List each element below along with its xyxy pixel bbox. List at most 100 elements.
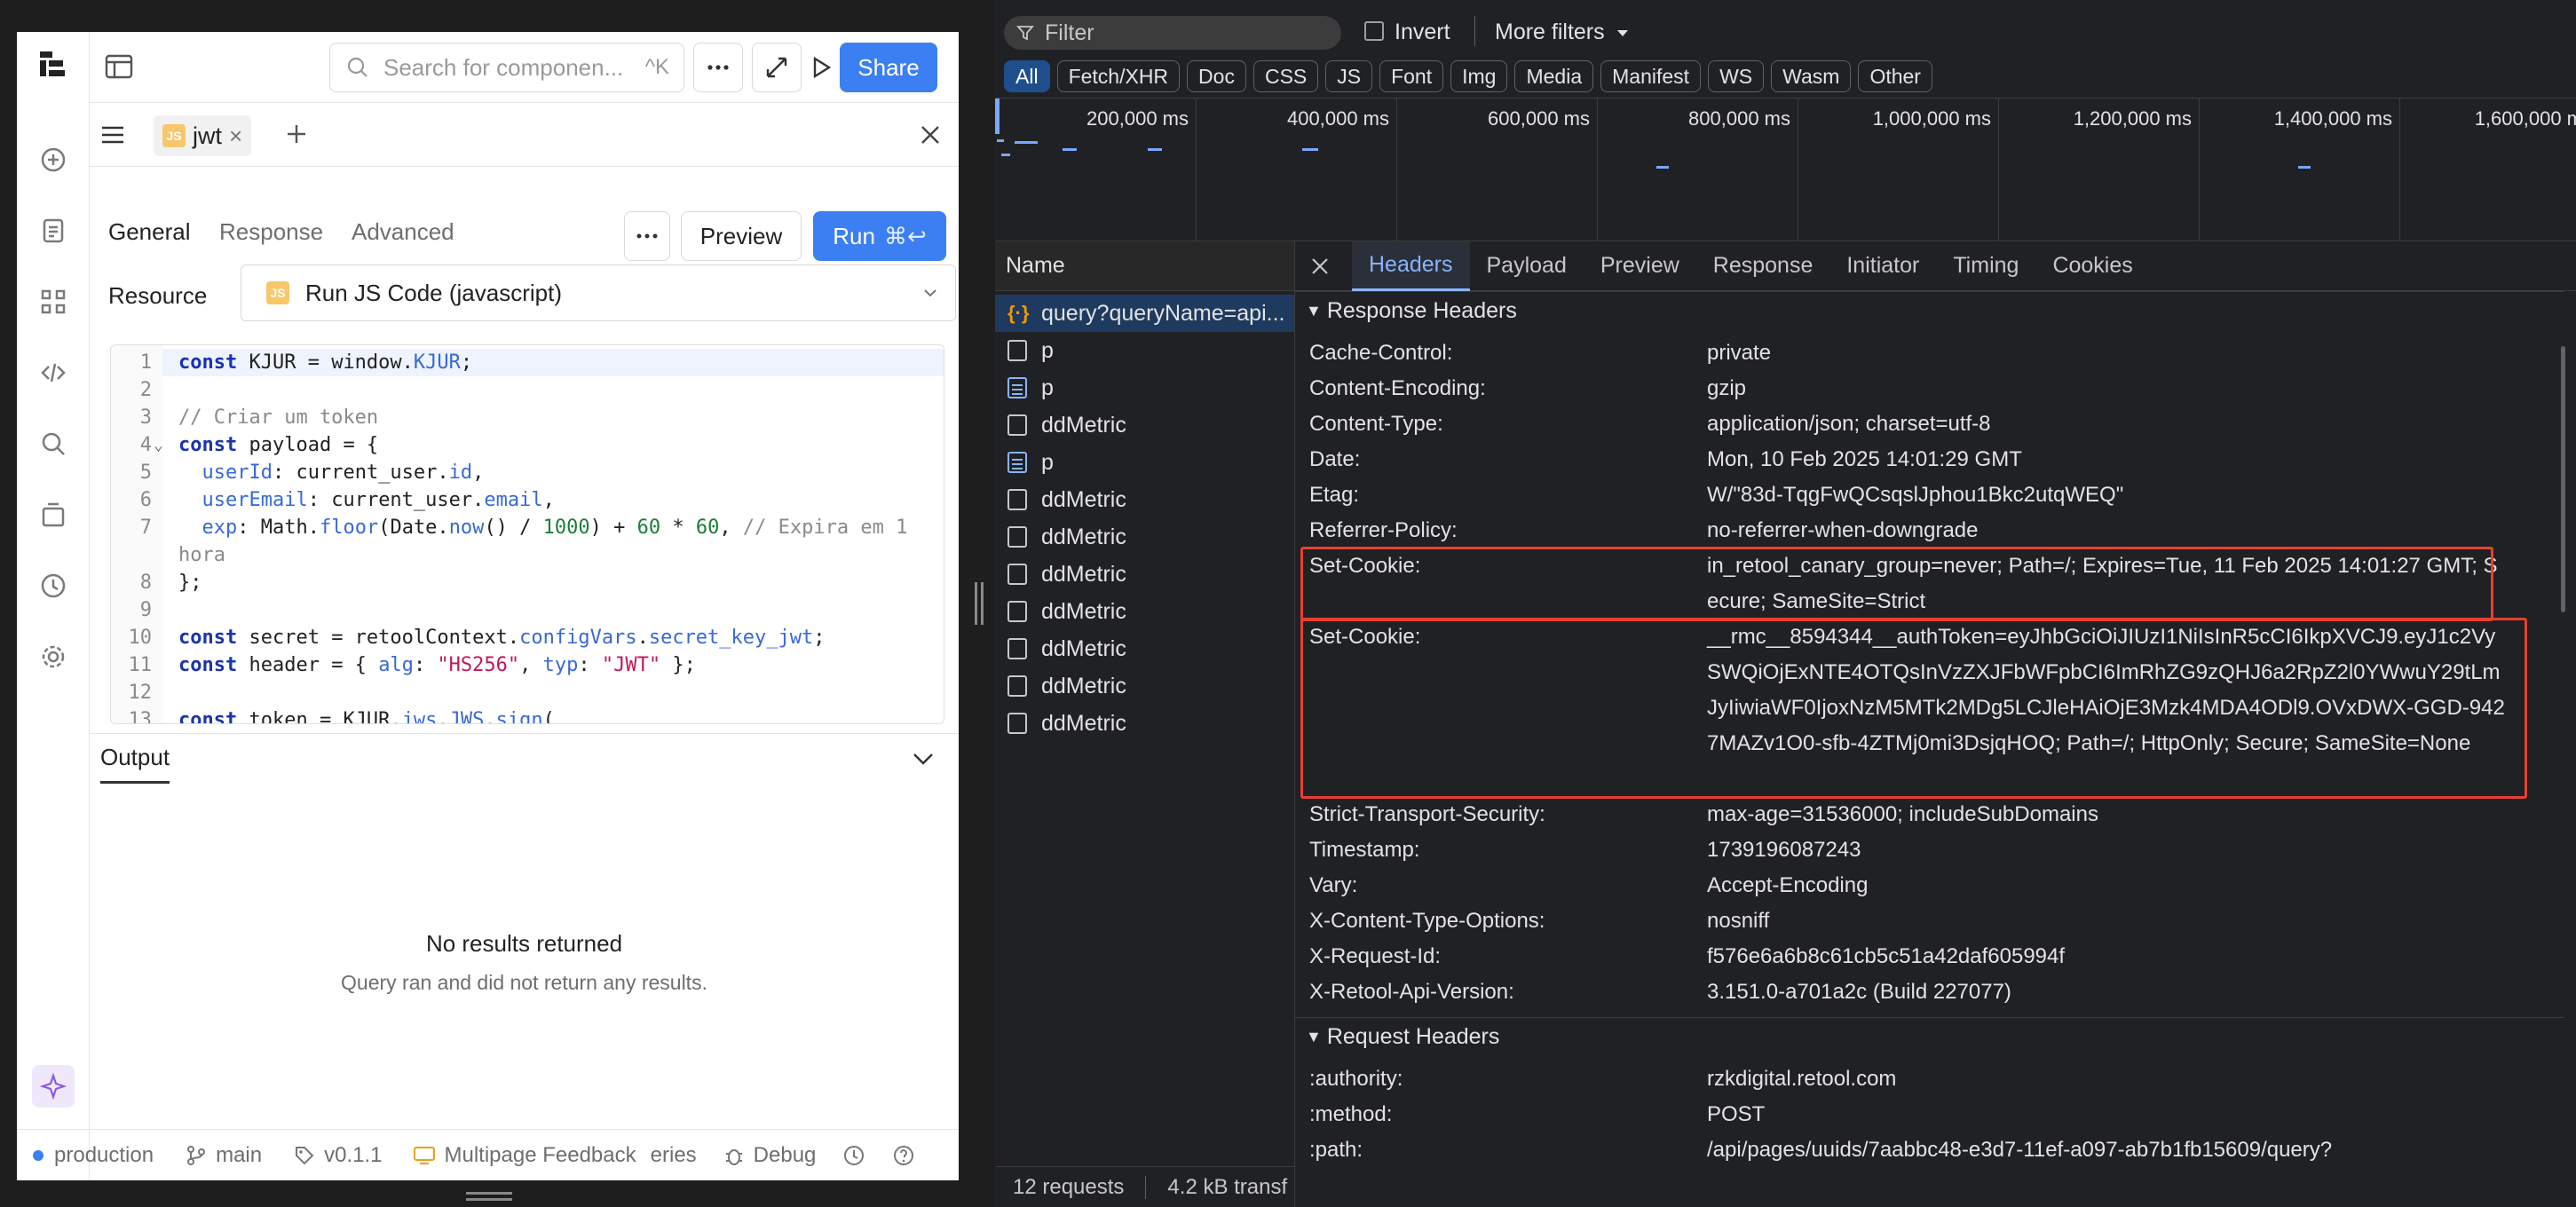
state-icon[interactable] (36, 497, 71, 532)
header-value[interactable]: POST (1707, 1097, 2505, 1132)
request-row[interactable]: ddMetric (995, 593, 1294, 630)
request-row[interactable]: ddMetric (995, 667, 1294, 705)
xhr-icon: {·} (1007, 302, 1030, 324)
branch-selector[interactable]: main (186, 1143, 262, 1168)
tab-general[interactable]: General (108, 218, 191, 246)
tab-payload[interactable]: Payload (1470, 241, 1584, 291)
more-filters-dropdown[interactable]: More filters (1495, 20, 1630, 45)
header-value[interactable]: application/json; charset=utf-8 (1707, 406, 2505, 442)
type-filter-other[interactable]: Other (1858, 60, 1932, 92)
tab-initiator[interactable]: Initiator (1829, 241, 1936, 291)
assist-sparkle-icon[interactable] (32, 1065, 75, 1108)
tab-response[interactable]: Response (219, 218, 323, 246)
fold-arrow-icon[interactable]: ⌄ (154, 431, 163, 459)
pages-icon[interactable] (36, 213, 71, 248)
type-filter-media[interactable]: Media (1514, 60, 1594, 92)
expand-icon[interactable] (752, 43, 802, 92)
tab-timing[interactable]: Timing (1936, 241, 2035, 291)
request-row[interactable]: ddMetric (995, 518, 1294, 556)
request-row[interactable]: ddMetric (995, 705, 1294, 742)
request-row[interactable]: {·} query?queryName=api... (995, 295, 1294, 332)
type-filter-all[interactable]: All (1004, 60, 1050, 92)
header-value[interactable]: Mon, 10 Feb 2025 14:01:29 GMT (1707, 442, 2505, 477)
retool-logo-icon[interactable] (36, 46, 71, 82)
history-icon[interactable] (36, 568, 71, 604)
close-panel-icon[interactable] (920, 124, 941, 146)
menu-icon[interactable] (100, 122, 125, 147)
tab-cookies[interactable]: Cookies (2035, 241, 2149, 291)
query-more-button[interactable] (624, 211, 670, 261)
request-row[interactable]: p (995, 332, 1294, 369)
header-value[interactable]: f576e6a6b8c61cb5c51a42daf605994f (1707, 939, 2505, 974)
type-filter-css[interactable]: CSS (1252, 60, 1319, 92)
tab-response[interactable]: Response (1696, 241, 1830, 291)
environment-selector[interactable]: production (33, 1143, 154, 1168)
version-tag[interactable]: v0.1.1 (294, 1143, 383, 1168)
header-value[interactable]: W/"83d-TqgFwQCsqslJphou1Bkc2utqWEQ" (1707, 477, 2505, 513)
header-value[interactable]: nosniff (1707, 903, 2505, 939)
type-filter-manifest[interactable]: Manifest (1600, 60, 1702, 92)
type-filter-fetchxhr[interactable]: Fetch/XHR (1056, 60, 1181, 92)
name-column-header[interactable]: Name (995, 241, 1294, 291)
run-button[interactable]: Run ⌘↩ (813, 211, 946, 261)
add-component-icon[interactable] (36, 142, 71, 178)
request-row[interactable]: ddMetric (995, 406, 1294, 444)
tab-advanced[interactable]: Advanced (352, 218, 454, 246)
debug-button[interactable]: Debug (723, 1143, 816, 1168)
split-drag-handle[interactable] (975, 582, 984, 625)
component-tree-icon[interactable] (36, 284, 71, 320)
header-value[interactable]: max-age=31536000; includeSubDomains (1707, 797, 2505, 832)
tab-headers[interactable]: Headers (1352, 241, 1470, 291)
resource-select[interactable]: JS Run JS Code (javascript) (241, 264, 956, 321)
request-row[interactable]: p (995, 369, 1294, 406)
section-header[interactable]: ▼ Request Headers (1295, 1017, 2564, 1056)
request-row[interactable]: ddMetric (995, 481, 1294, 518)
settings-icon[interactable] (36, 639, 71, 674)
chevron-down-icon[interactable] (911, 746, 936, 771)
request-row[interactable]: ddMetric (995, 630, 1294, 667)
app-link[interactable]: Multipage Feedback (413, 1143, 636, 1168)
header-value[interactable]: rzkdigital.retool.com (1707, 1061, 2505, 1097)
code-icon[interactable] (36, 355, 71, 390)
header-value[interactable]: private (1707, 335, 2505, 371)
network-timeline[interactable]: 200,000 ms 400,000 ms 600,000 ms 800,000 ms… (995, 98, 2576, 241)
resize-handle[interactable] (466, 1192, 512, 1195)
search-icon[interactable] (36, 426, 71, 462)
type-filter-font[interactable]: Font (1379, 60, 1444, 92)
header-value[interactable]: /api/pages/uuids/7aabbc48-e3d7-11ef-a097… (1707, 1132, 2505, 1168)
type-filter-js[interactable]: JS (1325, 60, 1373, 92)
scrollbar[interactable] (2561, 346, 2565, 612)
timeline-cursor[interactable] (995, 99, 1000, 134)
invert-checkbox[interactable] (1364, 21, 1384, 41)
section-header[interactable]: ▼ Response Headers (1295, 291, 2564, 330)
type-filter-ws[interactable]: WS (1708, 60, 1765, 92)
component-search-input[interactable]: Search for componen... ^K (329, 43, 684, 92)
code-editor[interactable]: 1 const KJUR = window.KJUR; 2 3 // Criar um … (110, 344, 944, 724)
output-title[interactable]: Output (100, 734, 170, 784)
type-filter-doc[interactable]: Doc (1187, 60, 1246, 92)
request-row[interactable]: ddMetric (995, 556, 1294, 593)
header-value[interactable]: 3.151.0-a701a2c (Build 227077) (1707, 974, 2505, 1010)
queries-link[interactable]: eries (651, 1143, 697, 1168)
tab-preview[interactable]: Preview (1584, 241, 1696, 291)
layout-toggle-icon[interactable] (104, 51, 134, 82)
close-detail-icon[interactable] (1300, 256, 1339, 276)
header-value[interactable]: 1739196087243 (1707, 832, 2505, 868)
help-icon[interactable] (892, 1144, 915, 1167)
history-icon[interactable] (842, 1144, 865, 1167)
type-filter-img[interactable]: Img (1450, 60, 1508, 92)
play-icon[interactable] (796, 43, 846, 92)
header-value[interactable]: gzip (1707, 371, 2505, 406)
request-row[interactable]: p (995, 444, 1294, 481)
tab-jwt[interactable]: JS jwt × (154, 115, 252, 156)
type-filter-wasm[interactable]: Wasm (1771, 60, 1852, 92)
tab-close-icon[interactable]: × (229, 122, 242, 150)
share-button[interactable]: Share (840, 43, 937, 92)
more-options-button[interactable] (693, 43, 743, 92)
header-value[interactable]: no-referrer-when-downgrade (1707, 513, 2505, 548)
timeline-gridline (1396, 99, 1397, 241)
new-tab-icon[interactable] (285, 122, 308, 146)
filter-input[interactable]: Filter (1004, 16, 1341, 50)
header-value[interactable]: Accept-Encoding (1707, 868, 2505, 903)
preview-button[interactable]: Preview (681, 211, 802, 261)
